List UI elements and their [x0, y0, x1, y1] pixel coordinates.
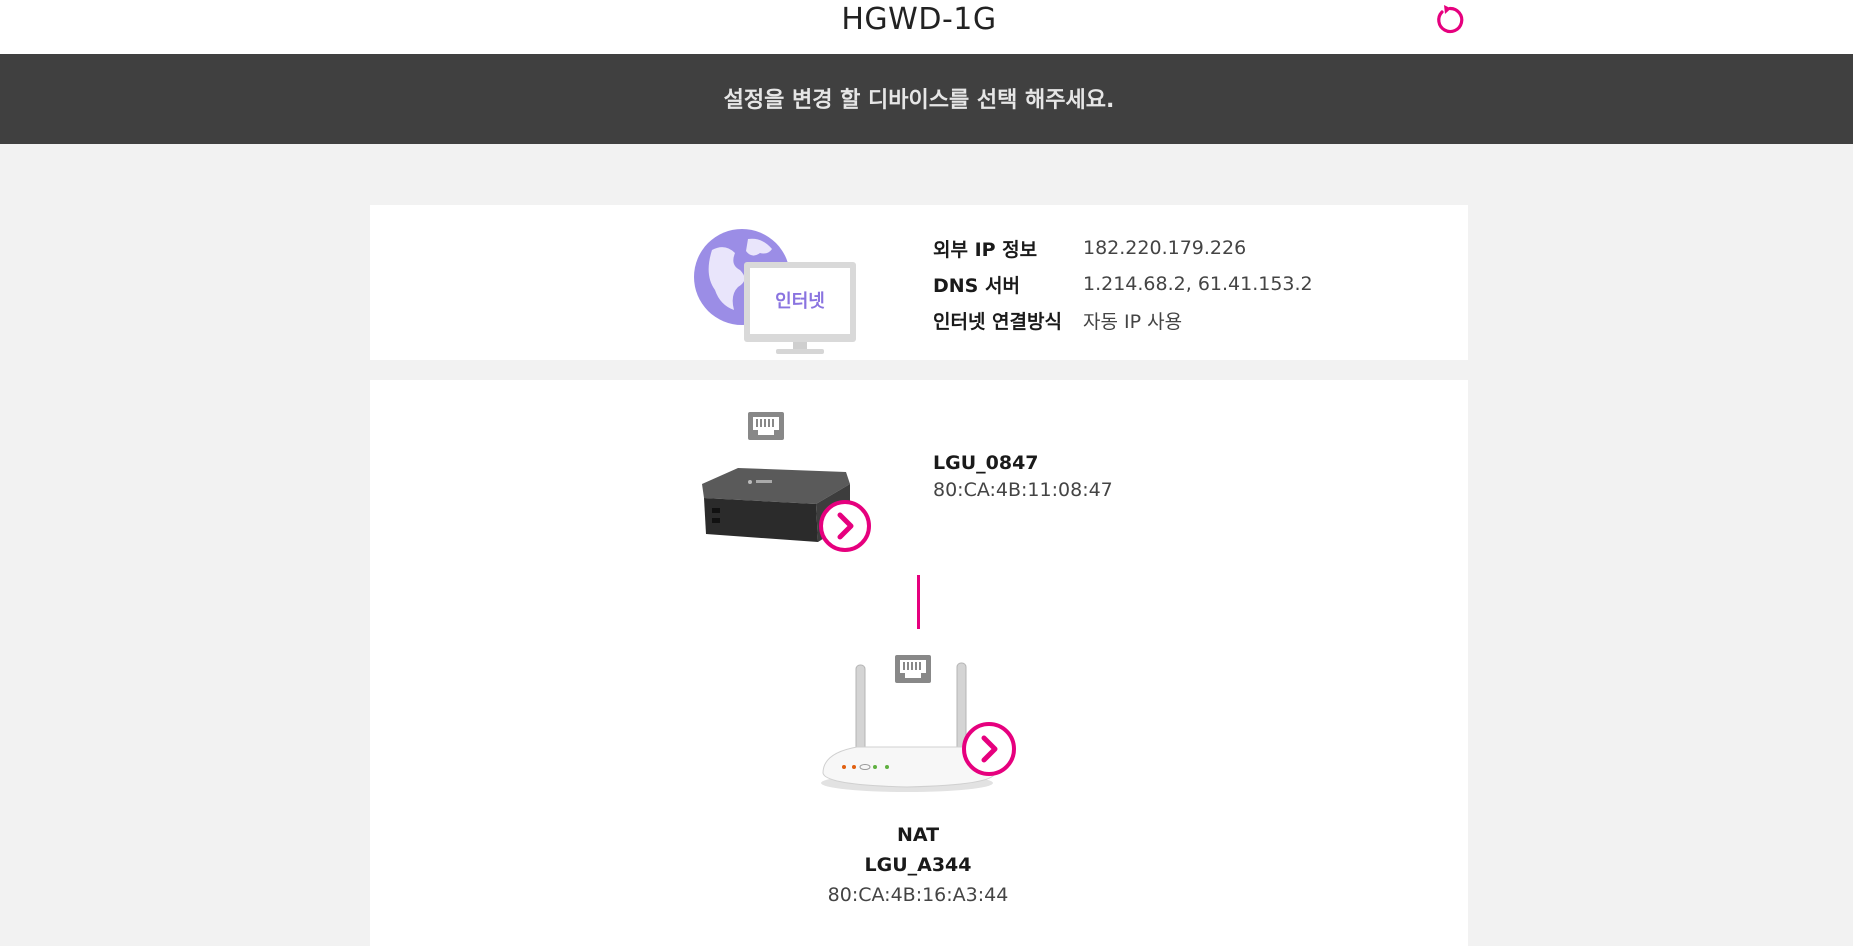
connection-line: [917, 575, 920, 629]
modem-device[interactable]: [700, 412, 880, 562]
top-bar: HGWD-1G: [0, 0, 1853, 54]
info-value: 자동 IP 사용: [1083, 310, 1183, 333]
info-label: 인터넷 연결방식: [933, 310, 1062, 333]
router-device[interactable]: [817, 655, 1017, 795]
router-open-button[interactable]: [961, 721, 1017, 777]
app-title: HGWD-1G: [841, 2, 997, 37]
modem-mac: 80:CA:4B:11:08:47: [933, 479, 1113, 501]
info-value: 182.220.179.226: [1083, 237, 1247, 259]
instruction-banner: 설정을 변경 할 디바이스를 선택 해주세요.: [0, 54, 1853, 144]
ethernet-port-icon: [895, 655, 931, 683]
ethernet-port-icon: [748, 412, 784, 440]
modem-name: LGU_0847: [933, 452, 1039, 474]
router-mac: 80:CA:4B:16:A3:44: [827, 884, 1009, 906]
info-row-connection-type: 인터넷 연결방식 자동 IP 사용: [933, 302, 1313, 338]
info-value: 1.214.68.2, 61.41.153.2: [1083, 273, 1313, 295]
device-topology-card: LGU_0847 80:CA:4B:11:08:47 NAT LGU_A344 …: [370, 380, 1468, 946]
modem-open-button[interactable]: [818, 499, 872, 553]
info-row-external-ip: 외부 IP 정보 182.220.179.226: [933, 230, 1313, 266]
internet-label: 인터넷: [775, 291, 825, 312]
info-label: 외부 IP 정보: [933, 238, 1038, 261]
internet-info-table: 외부 IP 정보 182.220.179.226 DNS 서버 1.214.68…: [933, 230, 1313, 338]
internet-info-card: 인터넷 외부 IP 정보 182.220.179.226 DNS 서버 1.21…: [370, 205, 1468, 360]
router-mode: NAT: [896, 824, 940, 846]
banner-message: 설정을 변경 할 디바이스를 선택 해주세요.: [723, 88, 1115, 113]
router-name: LGU_A344: [864, 854, 972, 876]
info-label: DNS 서버: [933, 274, 1020, 297]
refresh-icon[interactable]: [1432, 2, 1468, 38]
info-row-dns: DNS 서버 1.214.68.2, 61.41.153.2: [933, 266, 1313, 302]
internet-illustration: 인터넷: [690, 225, 870, 355]
